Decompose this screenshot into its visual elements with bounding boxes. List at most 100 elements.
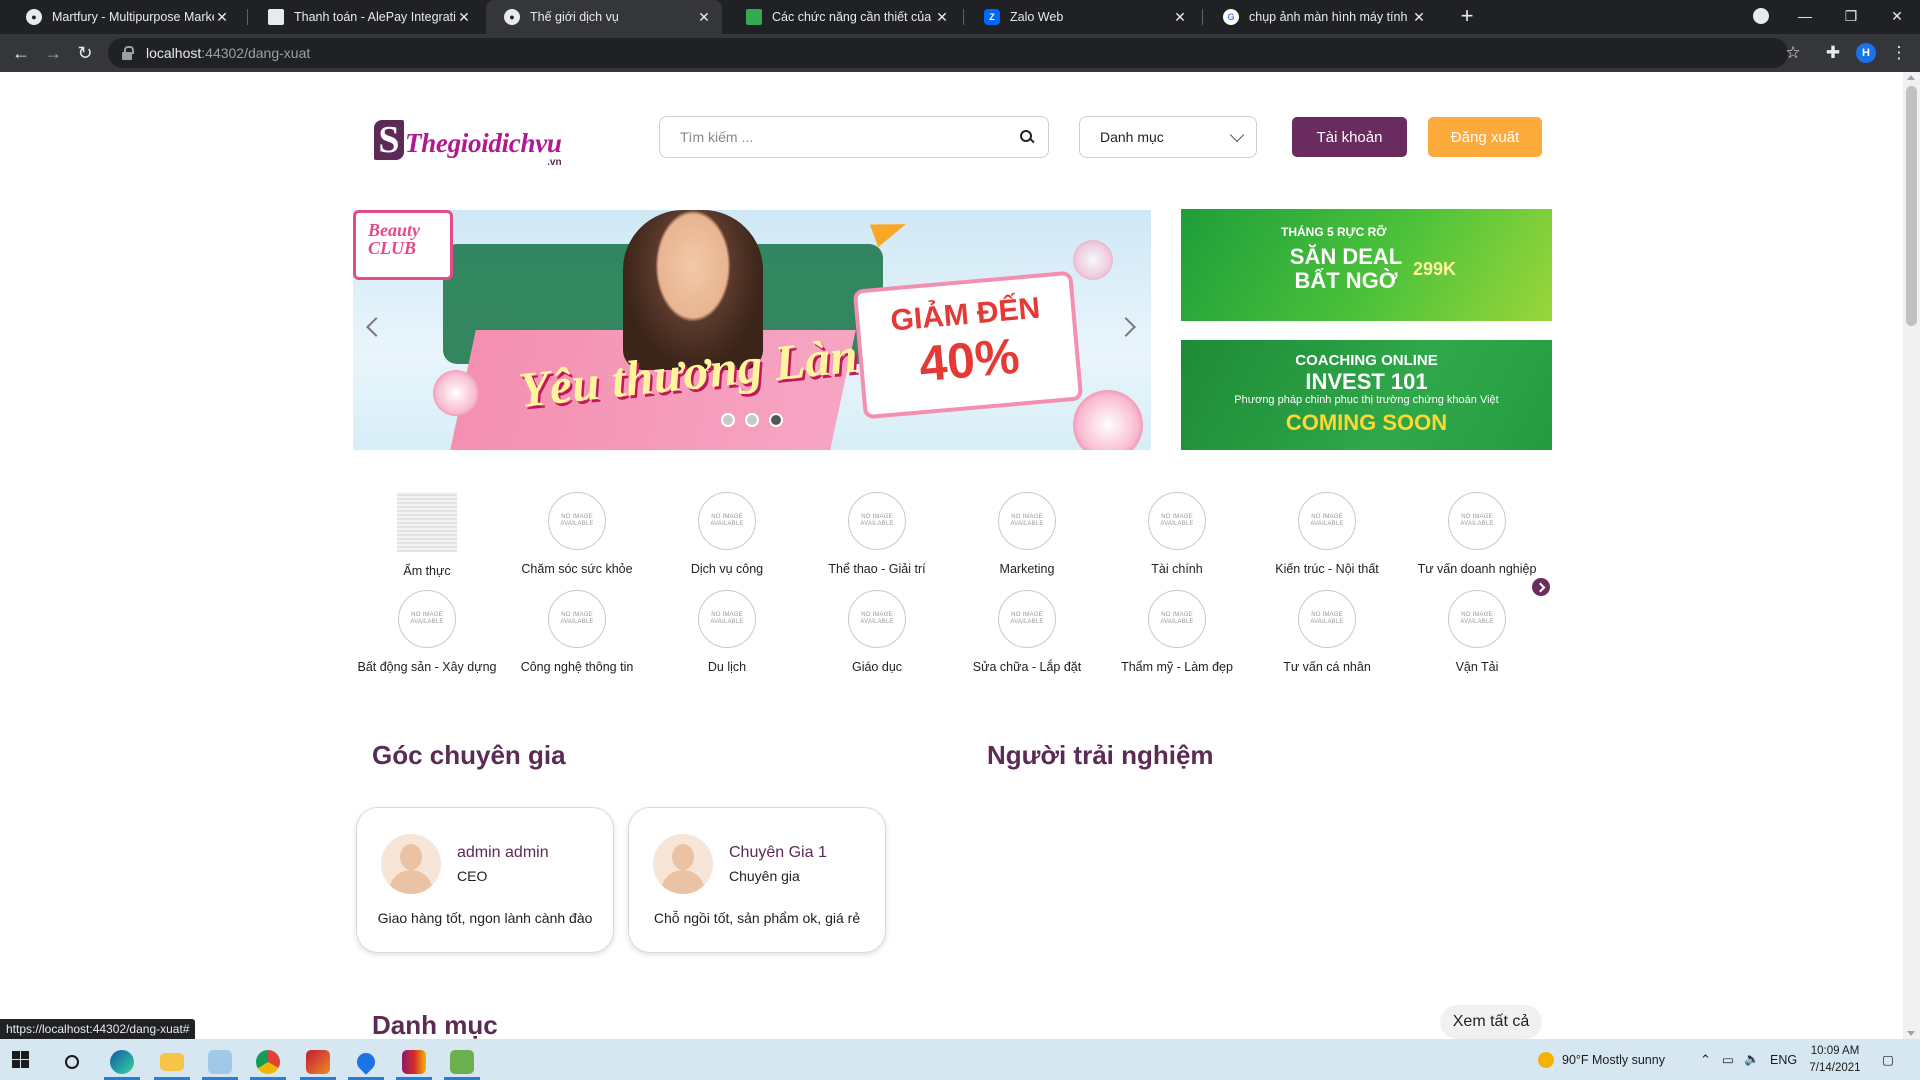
- carousel-dot[interactable]: [721, 413, 735, 427]
- site-logo[interactable]: S Thegioidichvu .vn: [374, 116, 562, 168]
- bookmark-star-icon[interactable]: ☆: [1780, 40, 1806, 66]
- close-icon[interactable]: ✕: [696, 9, 712, 26]
- no-image-placeholder: NO IMAGE AVAILABLE: [998, 492, 1056, 550]
- carousel-dot[interactable]: [745, 413, 759, 427]
- side-banner-deal[interactable]: THÁNG 5 RỰC RỠ SĂN DEAL BẤT NGỜ 299K: [1181, 209, 1552, 321]
- scrollbar-thumb[interactable]: [1906, 86, 1917, 326]
- category-item[interactable]: NO IMAGE AVAILABLE Tài chính: [1102, 492, 1252, 576]
- no-image-placeholder: NO IMAGE AVAILABLE: [1148, 590, 1206, 648]
- browser-toolbar: ← → ↻ localhost:44302/dang-xuat ☆ ✚ H ⋮: [0, 34, 1920, 72]
- zalo-icon: Z: [984, 9, 1000, 25]
- expert-card[interactable]: Chuyên Gia 1 Chuyên gia Chỗ ngồi tốt, sả…: [628, 807, 886, 953]
- carousel-next-icon[interactable]: [1116, 317, 1136, 337]
- browser-tab-active[interactable]: ● Thế giới dịch vụ ✕: [486, 0, 722, 34]
- more-menu-icon[interactable]: ⋮: [1886, 40, 1912, 66]
- category-item[interactable]: NO IMAGE AVAILABLE Tư vấn cá nhân: [1252, 590, 1402, 674]
- language-indicator[interactable]: ENG: [1770, 1039, 1797, 1080]
- category-item[interactable]: NO IMAGE AVAILABLE Du lịch: [652, 590, 802, 674]
- side-banner-invest[interactable]: COACHING ONLINE INVEST 101 Phương pháp c…: [1181, 340, 1552, 450]
- logout-button[interactable]: Đăng xuất: [1428, 117, 1542, 157]
- close-icon[interactable]: ✕: [934, 9, 950, 26]
- chevron-up-icon[interactable]: ⌃: [1700, 1039, 1711, 1080]
- category-item[interactable]: NO IMAGE AVAILABLE Bất động sản - Xây dự…: [352, 590, 502, 674]
- search-icon[interactable]: [1020, 130, 1034, 144]
- banner-carousel[interactable]: Beauty CLUB Yêu thương Làn da GIẢM ĐẾN 4…: [353, 210, 1151, 450]
- category-item[interactable]: NO IMAGE AVAILABLE Công nghệ thông tin: [502, 590, 652, 674]
- browser-tab[interactable]: G chụp ảnh màn hình máy tính - Tì ✕: [1205, 0, 1437, 34]
- expert-card[interactable]: admin admin CEO Giao hàng tốt, ngon lành…: [356, 807, 614, 953]
- new-tab-button[interactable]: +: [1455, 5, 1479, 29]
- window-close-button[interactable]: ✕: [1874, 0, 1920, 32]
- volume-icon[interactable]: 🔈: [1744, 1039, 1760, 1080]
- windows-start-icon[interactable]: [12, 1051, 29, 1068]
- close-icon[interactable]: ✕: [1411, 9, 1427, 26]
- category-item[interactable]: NO IMAGE AVAILABLE Chăm sóc sức khỏe: [502, 492, 652, 576]
- experts-section-title: Góc chuyên gia: [372, 740, 566, 770]
- category-item[interactable]: NO IMAGE AVAILABLE Tư vấn doanh nghiệp: [1402, 492, 1552, 576]
- scroll-down-icon[interactable]: [1907, 1031, 1915, 1036]
- maps-pin-icon[interactable]: [344, 1043, 388, 1080]
- category-item[interactable]: NO IMAGE AVAILABLE Dịch vụ công: [652, 492, 802, 576]
- account-button[interactable]: Tài khoản: [1292, 117, 1407, 157]
- reload-icon[interactable]: ↻: [72, 40, 98, 66]
- search-icon[interactable]: [50, 1043, 94, 1080]
- close-icon[interactable]: ✕: [214, 9, 230, 26]
- browser-tab[interactable]: ● Martfury - Multipurpose Marketp ✕: [8, 0, 240, 34]
- experiencers-section-title: Người trải nghiệm: [987, 740, 1214, 770]
- carousel-prev-icon[interactable]: [366, 317, 386, 337]
- no-image-placeholder: NO IMAGE AVAILABLE: [848, 492, 906, 550]
- category-item[interactable]: NO IMAGE AVAILABLE Vận Tải: [1402, 590, 1552, 674]
- category-item[interactable]: NO IMAGE AVAILABLE Thẩm mỹ - Làm đẹp: [1102, 590, 1252, 674]
- taskbar-clock[interactable]: 10:09 AM 7/14/2021: [1800, 1043, 1870, 1077]
- extensions-icon[interactable]: ✚: [1820, 40, 1846, 66]
- no-image-placeholder: NO IMAGE AVAILABLE: [548, 590, 606, 648]
- weather-widget[interactable]: 90°F Mostly sunny: [1538, 1039, 1665, 1080]
- minimize-button[interactable]: —: [1782, 0, 1828, 32]
- no-image-placeholder: NO IMAGE AVAILABLE: [698, 590, 756, 648]
- rider-icon[interactable]: [296, 1043, 340, 1080]
- page-scrollbar[interactable]: [1903, 72, 1920, 1039]
- lock-icon[interactable]: [122, 46, 134, 60]
- chrome-icon[interactable]: [246, 1043, 290, 1080]
- paper-plane-icon: [869, 212, 911, 248]
- category-next-icon[interactable]: [1532, 578, 1550, 596]
- address-bar[interactable]: localhost:44302/dang-xuat: [108, 38, 1788, 68]
- see-all-button[interactable]: Xem tất cả: [1440, 1005, 1542, 1039]
- category-dropdown[interactable]: Danh mục: [1079, 116, 1257, 158]
- category-item[interactable]: NO IMAGE AVAILABLE Sửa chữa - Lắp đặt: [952, 590, 1102, 674]
- forward-icon[interactable]: →: [40, 40, 66, 66]
- edge-icon[interactable]: [100, 1043, 144, 1080]
- no-image-placeholder: NO IMAGE AVAILABLE: [1448, 492, 1506, 550]
- notification-icon[interactable]: ▢: [1882, 1039, 1894, 1080]
- winrar-icon[interactable]: [392, 1043, 436, 1080]
- browser-tab[interactable]: Thanh toán - AlePay Integration ✕: [250, 0, 482, 34]
- page-viewport: S Thegioidichvu .vn Danh mục Tài khoản Đ…: [0, 72, 1920, 1039]
- tab-search-button[interactable]: [1738, 0, 1784, 32]
- no-image-placeholder: NO IMAGE AVAILABLE: [998, 590, 1056, 648]
- no-image-placeholder: NO IMAGE AVAILABLE: [848, 590, 906, 648]
- promo-card: GIẢM ĐẾN 40%: [852, 270, 1084, 420]
- carousel-dots: [721, 413, 783, 427]
- network-icon[interactable]: ▭: [1722, 1039, 1734, 1080]
- no-image-placeholder: NO IMAGE AVAILABLE: [1148, 492, 1206, 550]
- leaf-icon: [746, 9, 762, 25]
- file-explorer-icon[interactable]: [150, 1043, 194, 1080]
- search-input[interactable]: [680, 129, 1020, 145]
- category-item[interactable]: NO IMAGE AVAILABLE Thể thao - Giải trí: [802, 492, 952, 576]
- scroll-up-icon[interactable]: [1907, 75, 1915, 80]
- category-item[interactable]: NO IMAGE AVAILABLE Marketing: [952, 492, 1102, 576]
- browser-tab[interactable]: Các chức năng cần thiết của web ✕: [728, 0, 960, 34]
- restore-button[interactable]: ❐: [1828, 0, 1874, 32]
- category-item[interactable]: NO IMAGE AVAILABLE Kiến trúc - Nội thất: [1252, 492, 1402, 576]
- profile-avatar[interactable]: H: [1856, 43, 1876, 63]
- category-item[interactable]: NO IMAGE AVAILABLE Giáo dục: [802, 590, 952, 674]
- notepad-icon[interactable]: [198, 1043, 242, 1080]
- close-icon[interactable]: ✕: [456, 9, 472, 26]
- back-icon[interactable]: ←: [8, 40, 34, 66]
- snipping-tool-icon[interactable]: [440, 1043, 484, 1080]
- category-item[interactable]: Ẩm thực: [352, 492, 502, 578]
- windows-taskbar: 90°F Mostly sunny ⌃ ▭ 🔈 ENG 10:09 AM 7/1…: [0, 1039, 1920, 1080]
- carousel-dot-active[interactable]: [769, 413, 783, 427]
- close-icon[interactable]: ✕: [1172, 9, 1188, 26]
- browser-tab[interactable]: Z Zalo Web ✕: [966, 0, 1198, 34]
